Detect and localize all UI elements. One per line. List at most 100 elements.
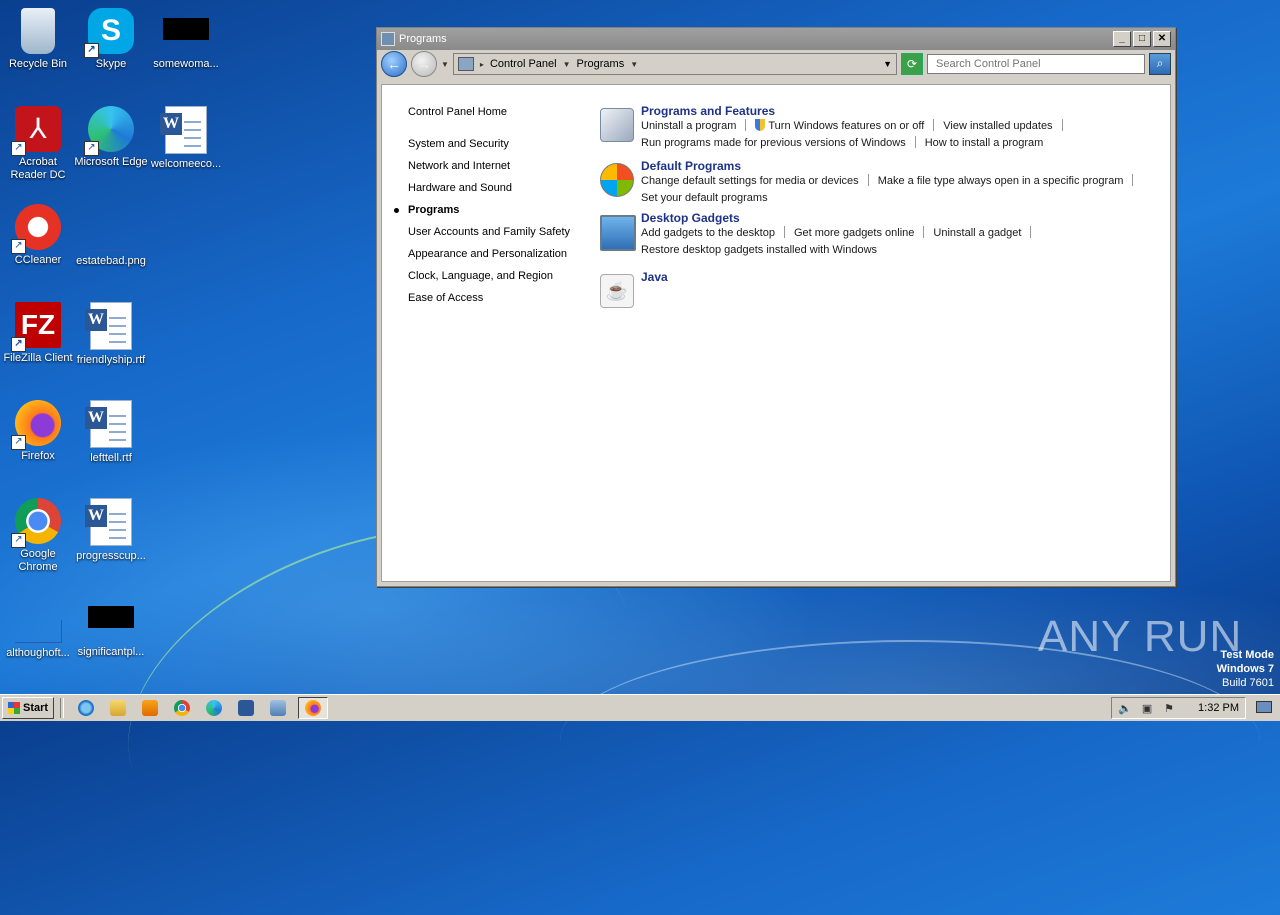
add-gadgets-link[interactable]: Add gadgets to the desktop <box>641 227 775 239</box>
how-to-install-link[interactable]: How to install a program <box>925 137 1044 149</box>
desktop-icon-label: friendlyship.rtf <box>76 354 146 366</box>
compatibility-link[interactable]: Run programs made for previous versions … <box>641 137 906 149</box>
close-button[interactable]: ✕ <box>1153 31 1171 47</box>
desktop-icon-edge[interactable]: ↗ Microsoft Edge <box>73 106 149 169</box>
nav-system-and-security[interactable]: System and Security <box>408 133 598 155</box>
back-button[interactable]: ← <box>381 51 407 77</box>
desktop-icon-word-doc[interactable]: W welcomeeco... <box>148 106 224 171</box>
desktop-icon-skype[interactable]: S ↗ Skype <box>73 8 149 71</box>
breadcrumb-control-panel[interactable]: Control Panel <box>490 58 557 70</box>
chevron-down-icon[interactable]: ▼ <box>630 60 638 69</box>
desktop-icon-label: estatebad.png <box>76 255 146 267</box>
taskbar-edge[interactable] <box>202 698 226 718</box>
left-navigation: Control Panel Home System and Security N… <box>394 101 598 309</box>
nav-ease-of-access[interactable]: Ease of Access <box>408 287 598 309</box>
restore-gadgets-link[interactable]: Restore desktop gadgets installed with W… <box>641 244 877 256</box>
window-titlebar[interactable]: Programs _ □ ✕ <box>377 28 1175 50</box>
taskbar-explorer[interactable] <box>106 698 130 718</box>
nav-user-accounts[interactable]: User Accounts and Family Safety <box>408 221 598 243</box>
desktop-icon-file[interactable]: significantpl... <box>73 596 149 659</box>
taskbar-media-player[interactable] <box>138 698 162 718</box>
clock[interactable]: 1:32 PM <box>1198 702 1239 714</box>
volume-icon[interactable]: 🔈 <box>1118 701 1132 715</box>
media-defaults-link[interactable]: Change default settings for media or dev… <box>641 175 859 187</box>
action-center-icon[interactable]: ⚑ <box>1162 701 1176 715</box>
redacted-thumbnail <box>88 606 134 628</box>
file-type-link[interactable]: Make a file type always open in a specif… <box>878 175 1124 187</box>
firefox-icon <box>305 700 322 716</box>
java-icon: ☕ <box>600 274 634 308</box>
uninstall-gadget-link[interactable]: Uninstall a gadget <box>933 227 1021 239</box>
windows-features-link[interactable]: Turn Windows features on or off <box>768 120 924 132</box>
desktop-icon-word-doc[interactable]: W progresscup... <box>73 498 149 563</box>
desktop-icon-label: althoughoft... <box>6 647 70 659</box>
desktop-icon-label: welcomeeco... <box>150 158 222 170</box>
programs-and-features-link[interactable]: Programs and Features <box>641 104 1181 118</box>
firefox-icon: ↗ <box>11 400 61 450</box>
default-programs-icon <box>600 163 634 197</box>
control-panel-home-link[interactable]: Control Panel Home <box>408 101 598 123</box>
minimize-button[interactable]: _ <box>1113 31 1131 47</box>
search-input[interactable] <box>934 57 1144 71</box>
folder-icon <box>110 700 127 716</box>
arrow-left-icon: ← <box>387 56 401 72</box>
desktop-icon-image[interactable]: estatebad.png <box>73 204 149 268</box>
desktop-icon-rtf[interactable]: W lefttell.rtf <box>73 400 149 465</box>
nav-network-and-internet[interactable]: Network and Internet <box>408 155 598 177</box>
desktop-icon-filezilla[interactable]: FZ ↗ FileZilla Client <box>0 302 76 365</box>
file-icon <box>14 620 62 643</box>
desktop-icon-firefox[interactable]: ↗ Firefox <box>0 400 76 463</box>
nav-programs[interactable]: Programs <box>394 199 598 221</box>
desktop-icon-label: FileZilla Client <box>3 352 73 364</box>
chevron-down-icon[interactable]: ▼ <box>563 60 571 69</box>
desktop-icon-recycle-bin[interactable]: Recycle Bin <box>0 8 76 71</box>
taskbar-control-panel[interactable] <box>266 698 290 718</box>
edge-icon <box>206 700 223 716</box>
desktop-icon-rtf[interactable]: W friendlyship.rtf <box>73 302 149 367</box>
recent-pages-dropdown[interactable]: ▼ <box>441 60 449 69</box>
set-defaults-link[interactable]: Set your default programs <box>641 192 768 204</box>
breadcrumb-programs[interactable]: Programs <box>577 58 625 70</box>
test-mode-notice: Test Mode Windows 7 Build 7601 <box>1216 649 1274 689</box>
shortcut-arrow-icon: ↗ <box>11 337 26 352</box>
desktop-gadgets-link[interactable]: Desktop Gadgets <box>641 211 1181 225</box>
maximize-button[interactable]: □ <box>1133 31 1151 47</box>
desktop-icon-file[interactable]: somewoma... <box>148 8 224 71</box>
address-dropdown-icon[interactable]: ▼ <box>883 59 892 69</box>
nav-clock-language-region[interactable]: Clock, Language, and Region <box>408 265 598 287</box>
control-panel-icon <box>381 32 395 46</box>
uninstall-program-link[interactable]: Uninstall a program <box>641 120 736 132</box>
internet-explorer-icon <box>78 700 95 716</box>
taskbar-chrome[interactable] <box>170 698 194 718</box>
programs-and-features-icon <box>600 108 634 142</box>
taskbar-word[interactable] <box>234 698 258 718</box>
desktop-icon-ccleaner[interactable]: ↗ CCleaner <box>0 204 76 267</box>
navigation-bar: ← → ▼ ▸ Control Panel ▼ Programs ▼ ▼ ⟳ ⌕ <box>377 50 1175 78</box>
desktop-icon-file[interactable]: althoughoft... <box>0 596 76 660</box>
desktop-icon-label: lefttell.rtf <box>90 452 132 464</box>
forward-button[interactable]: → <box>411 51 437 77</box>
show-desktop-button[interactable] <box>1254 698 1274 716</box>
taskbar-firefox[interactable] <box>298 697 329 719</box>
search-button[interactable]: ⌕ <box>1149 53 1171 75</box>
address-bar[interactable]: ▸ Control Panel ▼ Programs ▼ ▼ <box>452 53 897 75</box>
window-title: Programs <box>399 33 447 45</box>
java-link[interactable]: Java <box>641 270 1181 284</box>
taskbar-internet-explorer[interactable] <box>74 698 98 718</box>
network-icon[interactable]: ▣ <box>1140 701 1154 715</box>
system-tray: 🔈 ▣ ⚑ 1:32 PM <box>1111 697 1246 719</box>
shortcut-arrow-icon: ↗ <box>11 141 26 156</box>
word-document-icon: W <box>85 498 132 546</box>
start-button[interactable]: Start <box>2 697 55 719</box>
control-panel-icon <box>457 57 474 71</box>
view-installed-updates-link[interactable]: View installed updates <box>943 120 1052 132</box>
nav-appearance[interactable]: Appearance and Personalization <box>408 243 598 265</box>
nav-hardware-and-sound[interactable]: Hardware and Sound <box>408 177 598 199</box>
search-box[interactable] <box>927 54 1145 74</box>
chevron-icon[interactable]: ▸ <box>480 60 484 69</box>
desktop-icon-acrobat[interactable]: ⅄ ↗ Acrobat Reader DC <box>0 106 76 182</box>
default-programs-link[interactable]: Default Programs <box>641 159 1181 173</box>
refresh-button[interactable]: ⟳ <box>901 53 923 75</box>
more-gadgets-link[interactable]: Get more gadgets online <box>794 227 914 239</box>
desktop-icon-chrome[interactable]: ↗ Google Chrome <box>0 498 76 574</box>
